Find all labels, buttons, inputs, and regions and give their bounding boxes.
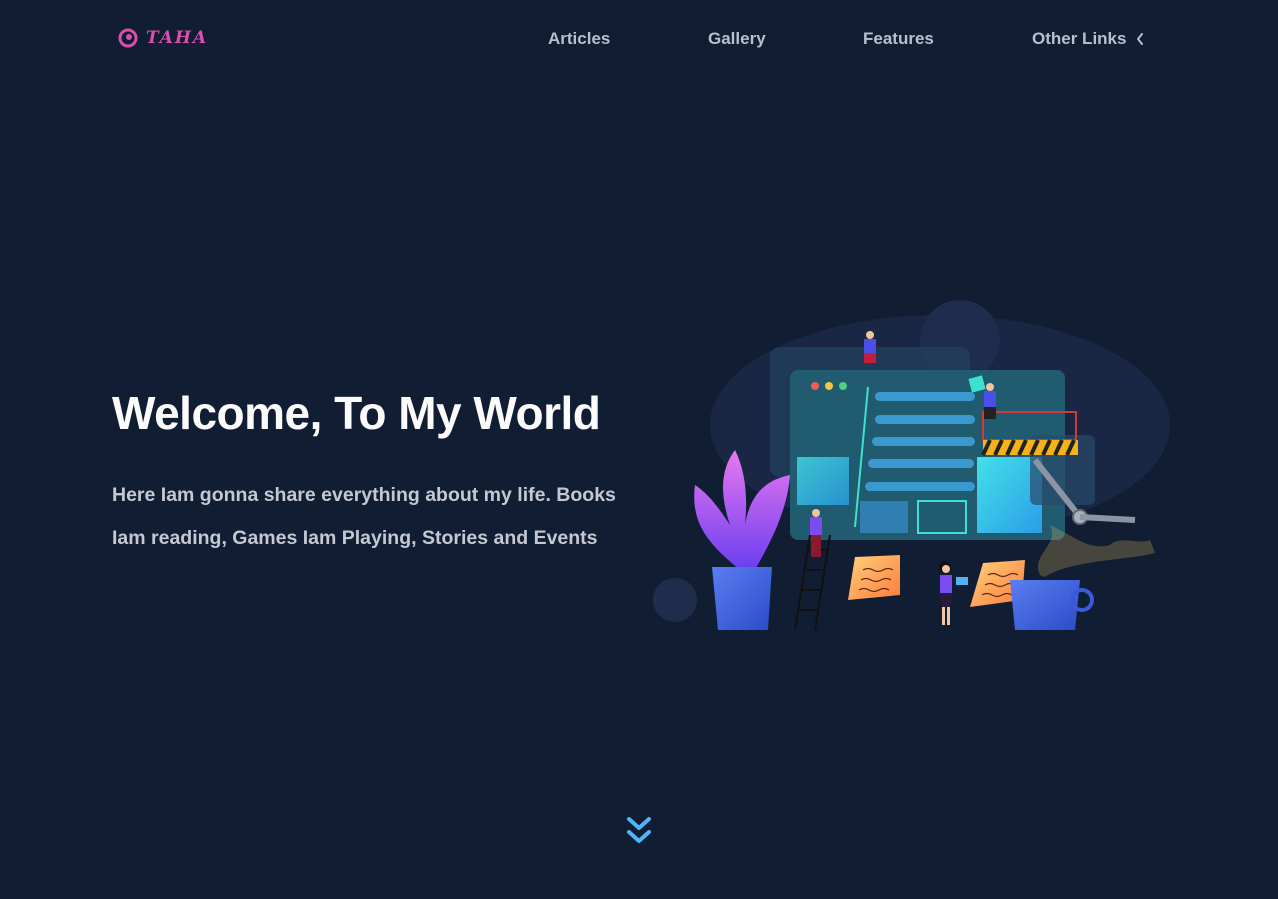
text-line [875,415,975,424]
double-chevron-down-icon[interactable] [625,815,653,847]
chevron-left-icon [1137,33,1144,45]
text-line [875,392,975,401]
nav-other-links-label: Other Links [1032,29,1127,48]
coffee-mug [1010,525,1155,630]
hero-illustration [653,300,1170,631]
site-header: TAHA Articles Gallery Features Other Lin… [0,0,1278,80]
background-blob [653,578,697,622]
person-woman [939,561,968,625]
screen-card [860,501,908,533]
hero-description: Here Iam gonna share everything about my… [112,484,616,549]
hero-title: Welcome, To My World [112,387,601,439]
nav-link-other-links[interactable]: Other Links [1032,29,1144,49]
text-line [872,437,975,446]
screen-card [797,457,849,505]
window-dot-yellow [825,382,833,390]
window-dot-green [839,382,847,390]
text-line [865,482,975,491]
text-line [868,459,974,468]
nav-link-features[interactable]: Features [863,29,934,49]
plant-pot [712,567,772,630]
lift-arm [1079,514,1136,523]
main-nav: Articles Gallery Features Other Links [0,29,1278,53]
sticky-note [848,555,900,600]
nav-link-gallery[interactable]: Gallery [708,29,766,49]
window-dot-red [811,382,819,390]
nav-link-articles[interactable]: Articles [548,29,610,49]
